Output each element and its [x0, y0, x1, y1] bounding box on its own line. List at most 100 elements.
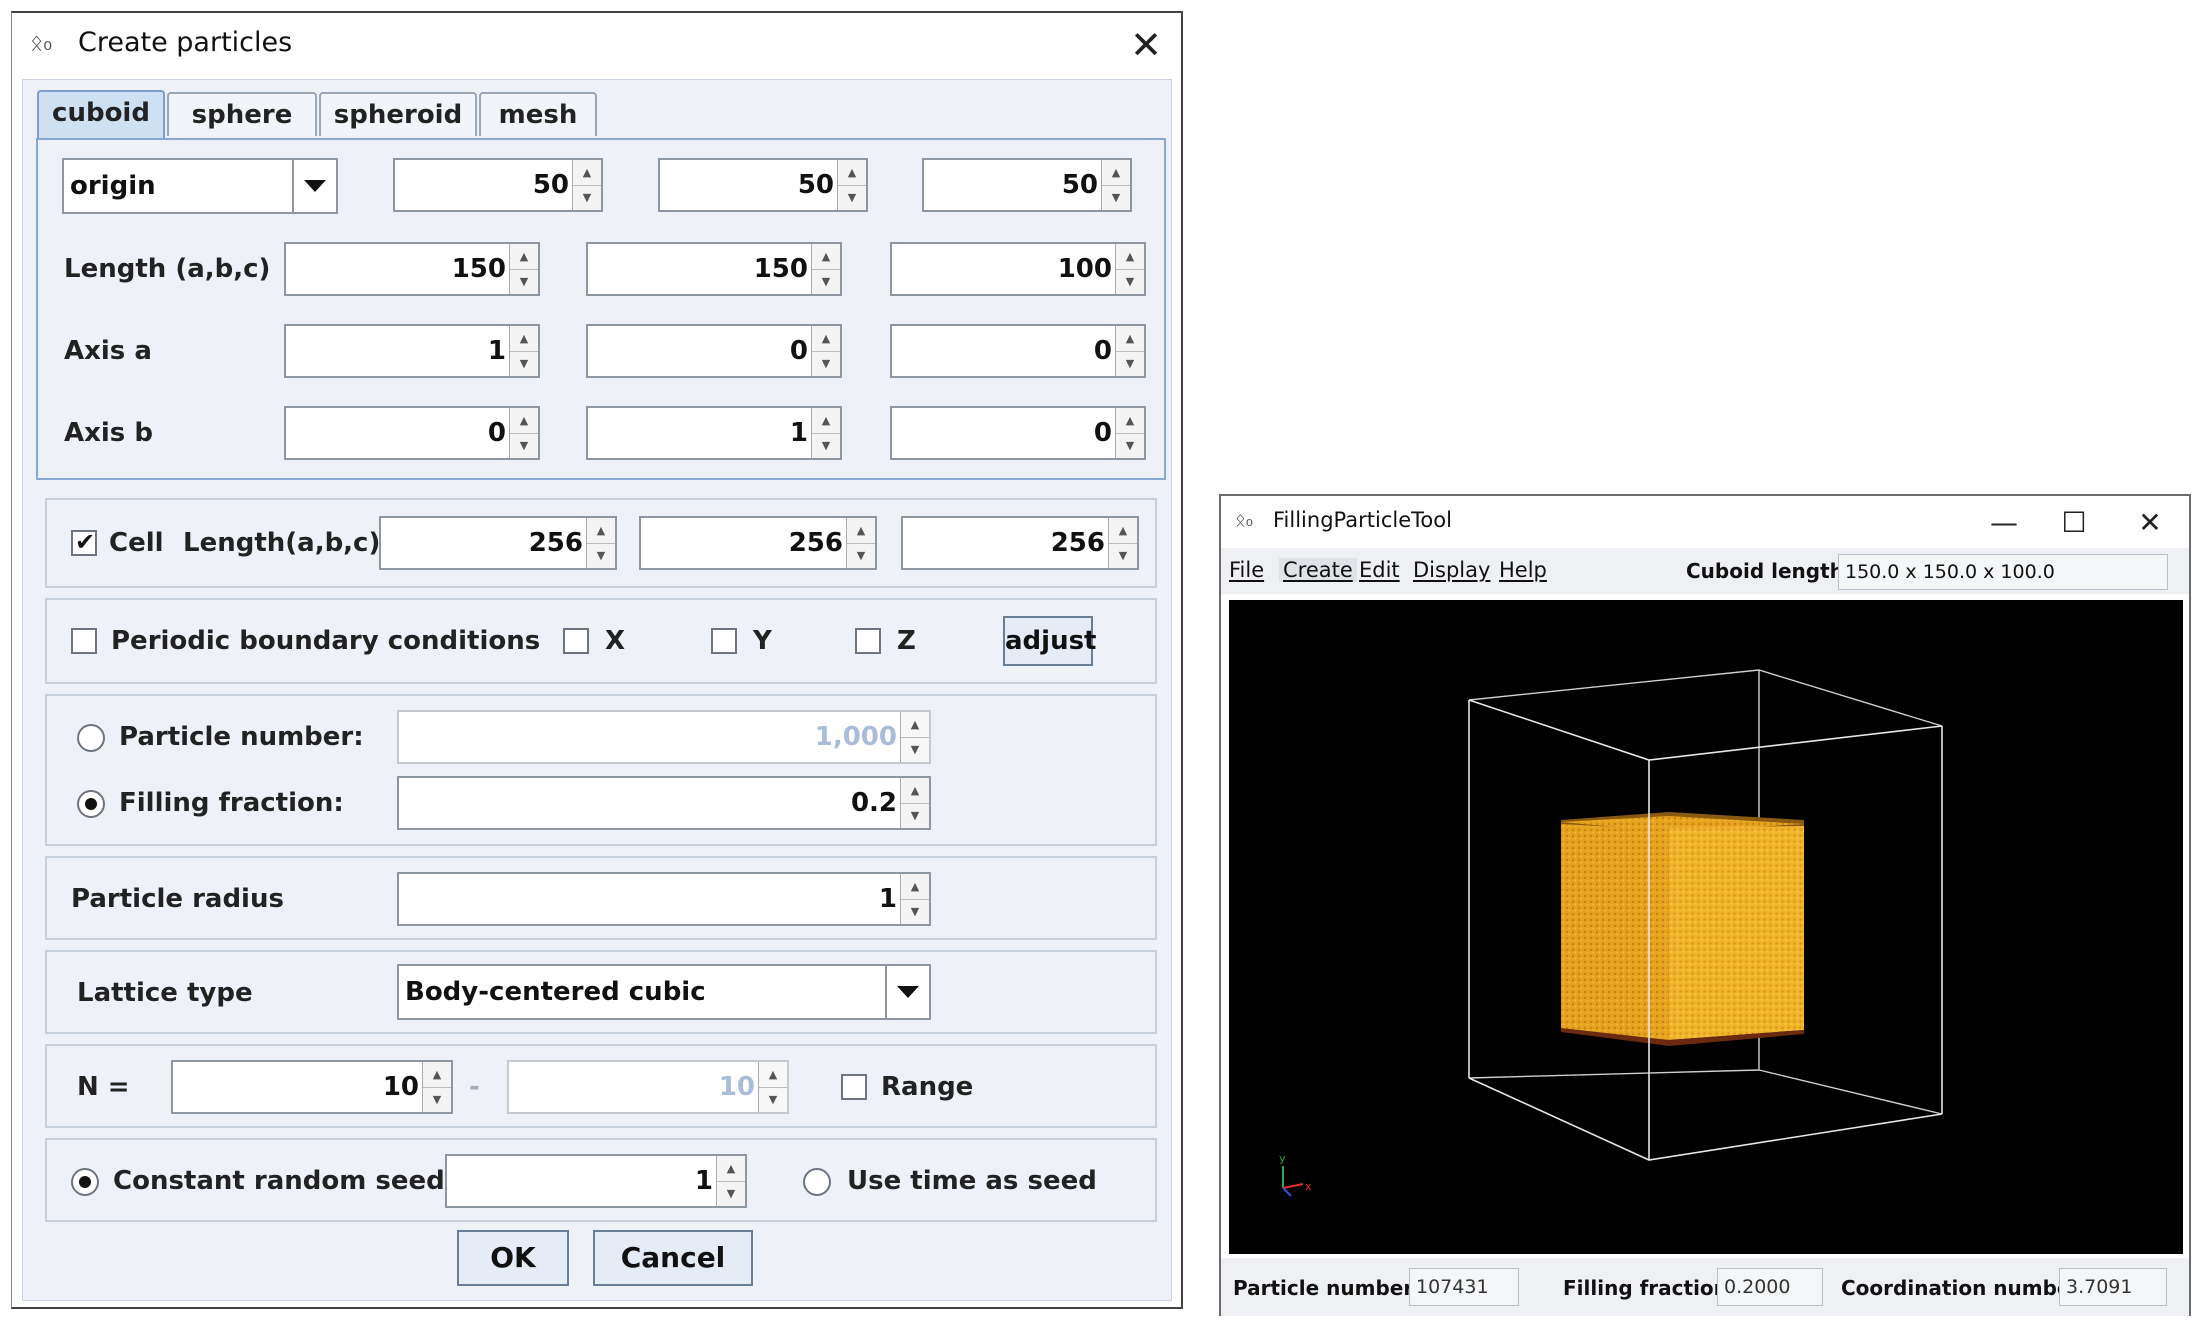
filling-fraction-radio[interactable] [77, 790, 105, 818]
pbc-z-checkbox[interactable] [855, 628, 881, 654]
menu-edit[interactable]: Edit [1359, 558, 1400, 582]
axis-b-x-spinner[interactable]: 0 ▲ ▼ [284, 406, 540, 460]
axis-b-z-spinner[interactable]: 0 ▲ ▼ [890, 406, 1146, 460]
spin-up-icon[interactable]: ▲ [717, 1156, 745, 1182]
pbc-x-label: X [605, 626, 626, 656]
length-b-spinner[interactable]: 150 ▲ ▼ [586, 242, 842, 296]
tab-sphere[interactable]: sphere [167, 92, 317, 136]
lattice-type-value: Body-centered cubic [405, 977, 706, 1007]
close-icon[interactable]: ✕ [2123, 500, 2177, 546]
cell-a-spinner[interactable]: 256 ▲ ▼ [379, 516, 617, 570]
spin-down-icon[interactable]: ▼ [510, 351, 538, 376]
particle-number-radio[interactable] [77, 724, 105, 752]
spin-down-icon[interactable]: ▼ [901, 737, 929, 762]
tab-mesh[interactable]: mesh [479, 92, 597, 136]
cell-b-spinner[interactable]: 256 ▲ ▼ [639, 516, 877, 570]
lattice-type-select[interactable]: Body-centered cubic [397, 964, 931, 1020]
spin-up-icon[interactable]: ▲ [510, 408, 538, 434]
spin-down-icon[interactable]: ▼ [510, 433, 538, 458]
range-checkbox[interactable] [841, 1074, 867, 1100]
chevron-down-icon[interactable] [885, 966, 929, 1018]
spin-up-icon[interactable]: ▲ [423, 1062, 451, 1088]
spin-up-icon[interactable]: ▲ [1109, 518, 1137, 544]
spin-down-icon[interactable]: ▼ [812, 433, 840, 458]
spin-up-icon[interactable]: ▲ [759, 1062, 787, 1088]
spin-down-icon[interactable]: ▼ [812, 351, 840, 376]
spin-up-icon[interactable]: ▲ [812, 244, 840, 270]
ok-button[interactable]: OK [457, 1230, 569, 1286]
axis-b-y-spinner[interactable]: 1 ▲ ▼ [586, 406, 842, 460]
axis-a-z-spinner[interactable]: 0 ▲ ▼ [890, 324, 1146, 378]
filling-fraction-spinner[interactable]: 0.2 ▲ ▼ [397, 776, 931, 830]
spin-down-icon[interactable]: ▼ [1102, 185, 1130, 210]
window-title-bar[interactable]: ᛟ₀ FillingParticleTool — ☐ ✕ [1221, 496, 2189, 548]
origin-y-spinner[interactable]: 50 ▲ ▼ [658, 158, 868, 212]
spin-down-icon[interactable]: ▼ [901, 803, 929, 828]
particle-number-spinner[interactable]: 1,000 ▲ ▼ [397, 710, 931, 764]
pbc-checkbox[interactable] [71, 628, 97, 654]
spin-up-icon[interactable]: ▲ [901, 712, 929, 738]
spin-down-icon[interactable]: ▼ [587, 543, 615, 568]
menu-help[interactable]: Help [1499, 558, 1547, 582]
spin-down-icon[interactable]: ▼ [1116, 433, 1144, 458]
spin-up-icon[interactable]: ▲ [838, 160, 866, 186]
spin-down-icon[interactable]: ▼ [759, 1087, 787, 1112]
length-c-spinner[interactable]: 100 ▲ ▼ [890, 242, 1146, 296]
spin-up-icon[interactable]: ▲ [812, 408, 840, 434]
dialog-title-bar[interactable]: ᛟ₀ Create particles ✕ [12, 13, 1181, 79]
cell-c-spinner[interactable]: 256 ▲ ▼ [901, 516, 1139, 570]
time-seed-radio[interactable] [803, 1168, 831, 1196]
cell-checkbox[interactable] [71, 528, 97, 556]
spin-down-icon[interactable]: ▼ [1116, 351, 1144, 376]
pbc-y-checkbox[interactable] [711, 628, 737, 654]
spin-down-icon[interactable]: ▼ [423, 1087, 451, 1112]
app-icon: ᛟ₀ [1235, 510, 1254, 531]
spin-down-icon[interactable]: ▼ [717, 1181, 745, 1206]
spin-down-icon[interactable]: ▼ [847, 543, 875, 568]
close-icon[interactable]: ✕ [1120, 19, 1172, 71]
origin-x-spinner[interactable]: 50 ▲ ▼ [393, 158, 603, 212]
chevron-down-icon[interactable] [292, 160, 336, 212]
adjust-button[interactable]: adjust [1003, 616, 1096, 666]
n-spinner[interactable]: 10 ▲ ▼ [171, 1060, 453, 1114]
spin-down-icon[interactable]: ▼ [1109, 543, 1137, 568]
spin-down-icon[interactable]: ▼ [1116, 269, 1144, 294]
spin-up-icon[interactable]: ▲ [573, 160, 601, 186]
spin-down-icon[interactable]: ▼ [901, 899, 929, 924]
tab-spheroid[interactable]: spheroid [319, 92, 477, 136]
spin-down-icon[interactable]: ▼ [812, 269, 840, 294]
spin-down-icon[interactable]: ▼ [510, 269, 538, 294]
tab-cuboid[interactable]: cuboid [37, 90, 165, 138]
spin-up-icon[interactable]: ▲ [847, 518, 875, 544]
spin-up-icon[interactable]: ▲ [901, 874, 929, 900]
axis-a-x-spinner[interactable]: 1 ▲ ▼ [284, 324, 540, 378]
length-a-spinner[interactable]: 150 ▲ ▼ [284, 242, 540, 296]
spin-up-icon[interactable]: ▲ [510, 326, 538, 352]
pbc-x-checkbox[interactable] [563, 628, 589, 654]
minimize-icon[interactable]: — [1977, 500, 2031, 546]
3d-viewport[interactable]: y x [1229, 600, 2183, 1254]
spin-up-icon[interactable]: ▲ [1116, 326, 1144, 352]
menu-file[interactable]: File [1229, 558, 1264, 582]
spin-up-icon[interactable]: ▲ [510, 244, 538, 270]
spin-down-icon[interactable]: ▼ [838, 185, 866, 210]
menu-display[interactable]: Display [1413, 558, 1490, 582]
spin-up-icon[interactable]: ▲ [812, 326, 840, 352]
cancel-button[interactable]: Cancel [593, 1230, 753, 1286]
origin-z-spinner[interactable]: 50 ▲ ▼ [922, 158, 1132, 212]
origin-select[interactable]: origin [62, 158, 338, 214]
spin-up-icon[interactable]: ▲ [1102, 160, 1130, 186]
spin-up-icon[interactable]: ▲ [587, 518, 615, 544]
n-max-spinner[interactable]: 10 ▲ ▼ [507, 1060, 789, 1114]
spin-up-icon[interactable]: ▲ [1116, 408, 1144, 434]
maximize-icon[interactable]: ☐ [2047, 500, 2101, 546]
spin-down-icon[interactable]: ▼ [573, 185, 601, 210]
particle-radius-section: Particle radius 1 ▲ ▼ [45, 856, 1157, 940]
menu-create[interactable]: Create [1279, 558, 1357, 582]
spin-up-icon[interactable]: ▲ [1116, 244, 1144, 270]
seed-spinner[interactable]: 1 ▲ ▼ [445, 1154, 747, 1208]
particle-radius-spinner[interactable]: 1 ▲ ▼ [397, 872, 931, 926]
constant-seed-radio[interactable] [71, 1168, 99, 1196]
spin-up-icon[interactable]: ▲ [901, 778, 929, 804]
axis-a-y-spinner[interactable]: 0 ▲ ▼ [586, 324, 842, 378]
